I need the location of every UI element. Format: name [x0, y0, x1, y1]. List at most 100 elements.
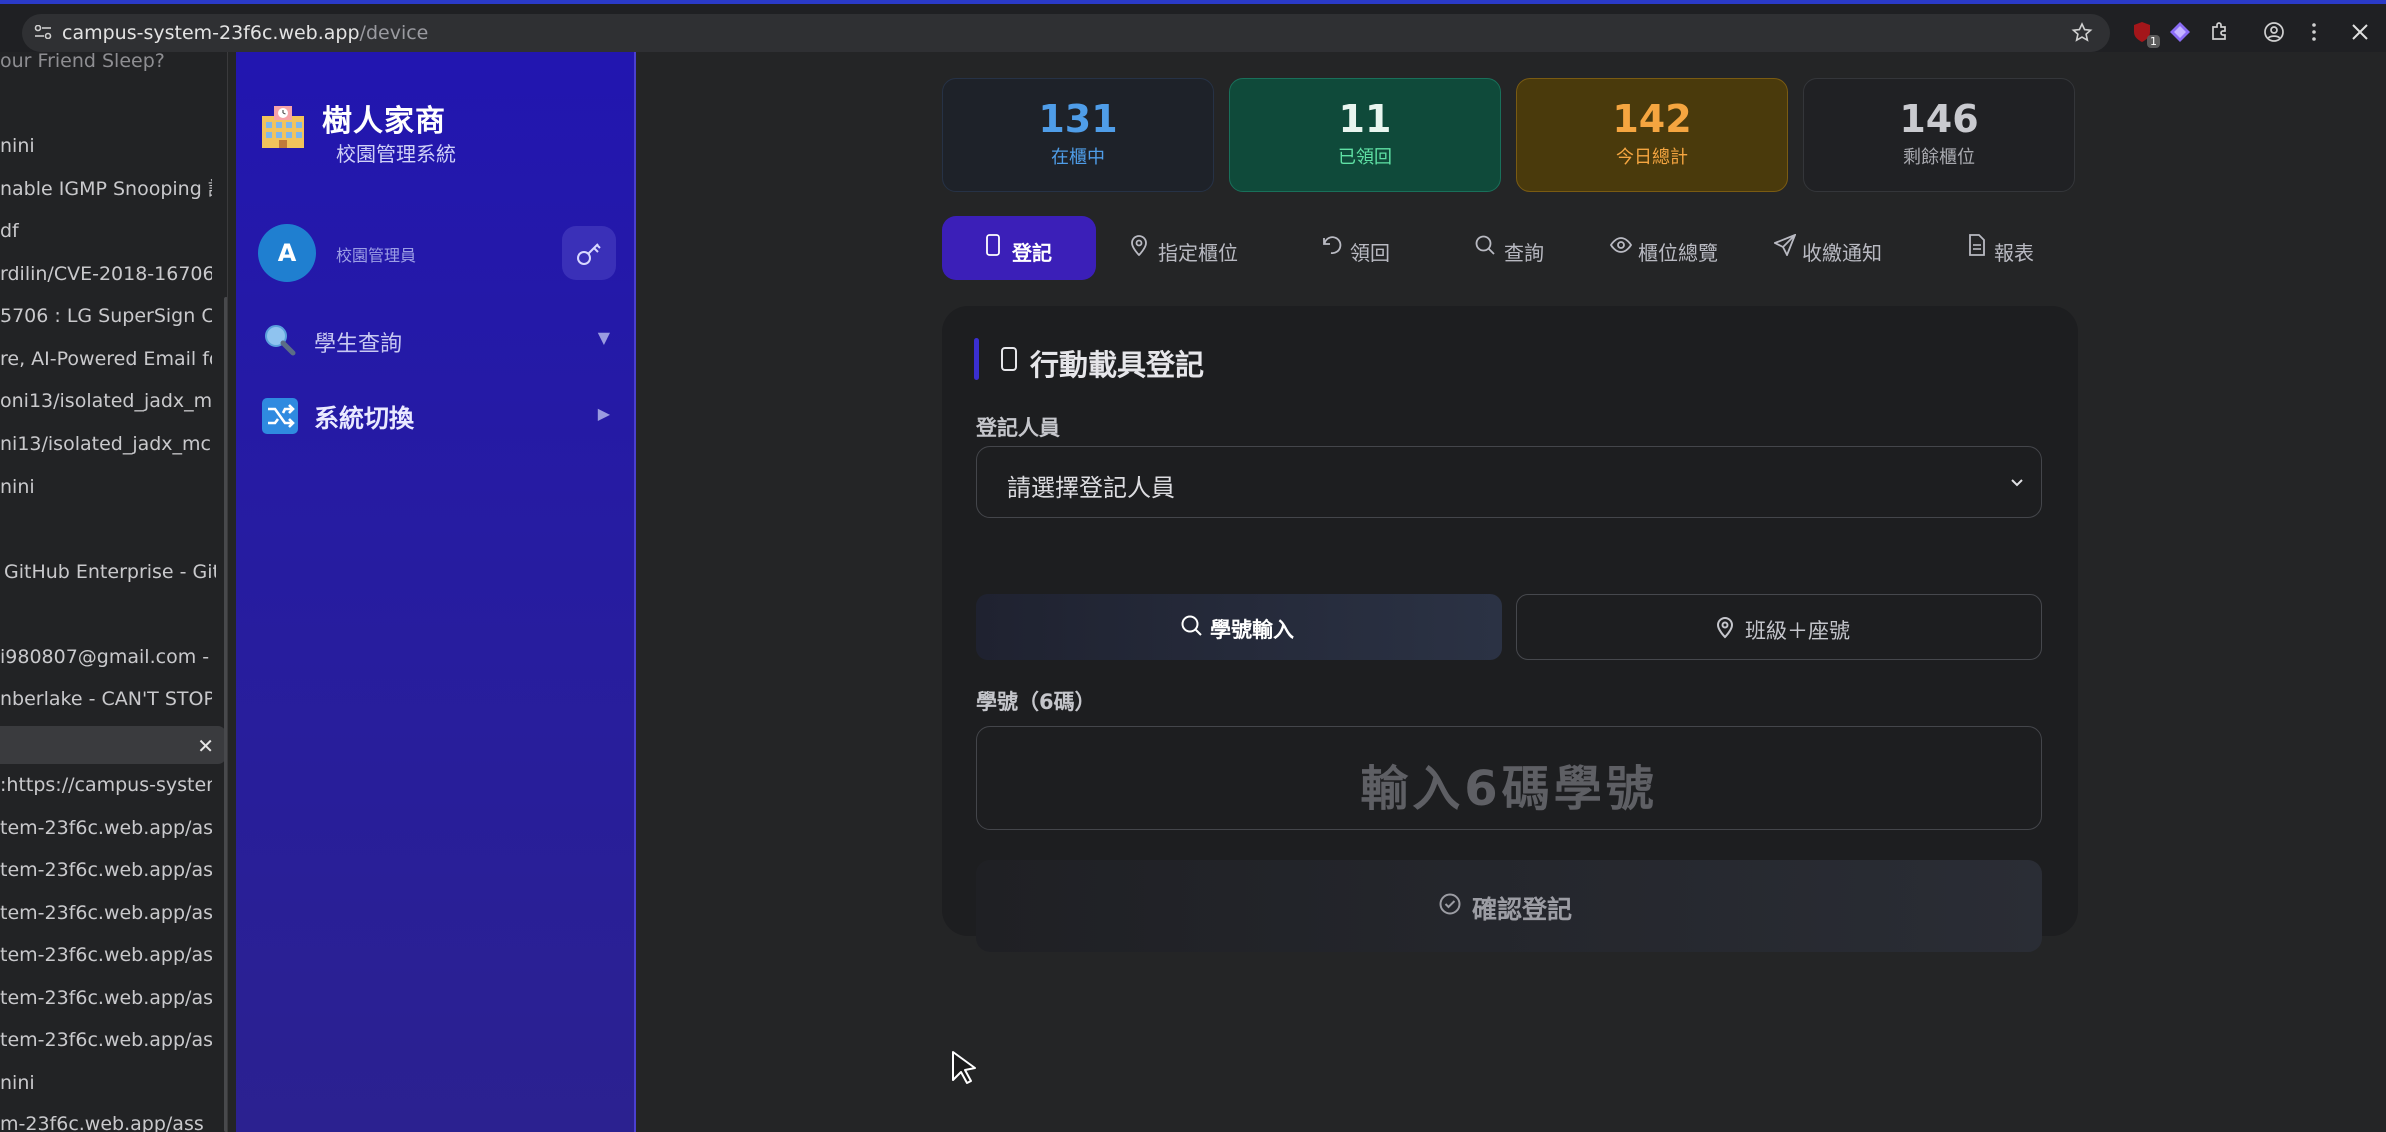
url-host: campus-system-23f6c.web.app [62, 22, 360, 44]
history-item[interactable]: tem-23f6c.web.app/ass [0, 855, 212, 885]
phone-icon [1001, 347, 1017, 371]
url-text[interactable]: campus-system-23f6c.web.app/device [62, 22, 428, 44]
brand-subtitle: 校園管理系統 [336, 142, 456, 166]
device-registration-card: 行動載具登記 登記人員 請選擇登記人員 學號輸入 班級＋座號 學號（6碼） 輸入… [942, 306, 2078, 952]
student-id-input[interactable]: 輸入6碼學號 [976, 726, 2042, 830]
bookmark-star-icon[interactable] [2070, 21, 2094, 45]
history-item[interactable]: nberlake - CAN'T STOP T [0, 684, 212, 714]
history-item[interactable]: df [0, 216, 212, 246]
tab-report[interactable]: 報表 [1952, 216, 2078, 280]
sidebar-item-student-search[interactable]: 學生查詢 ▼ [260, 314, 610, 366]
tab-locker-overview[interactable]: 櫃位總覽 [1602, 216, 1756, 280]
mode-class-seat-button[interactable]: 班級＋座號 [1516, 594, 2042, 660]
avatar: A [258, 224, 316, 282]
history-item[interactable]: oni13/isolated_jadx_mc [0, 386, 212, 416]
document-icon [1969, 234, 1985, 256]
history-item[interactable]: nini [0, 1068, 212, 1098]
history-item[interactable]: nini [0, 131, 212, 161]
app-sidebar: 樹人家商 校園管理系統 A 校園管理員 學生查詢 ▼ 系統切換 ▶ [236, 52, 636, 1132]
send-icon [1774, 234, 1796, 256]
confirm-register-button[interactable]: 確認登記 [976, 860, 2042, 952]
stat-label: 今日總計 [1616, 147, 1688, 168]
history-item[interactable]: i980807@gmail.com - G [0, 642, 212, 672]
key-icon [577, 243, 601, 265]
registrar-label: 登記人員 [976, 416, 1060, 440]
history-item[interactable]: m-23f6c.web.app/ass [0, 1109, 212, 1132]
user-profile: A 校園管理員 [252, 216, 622, 288]
history-item[interactable]: nable IGMP Snooping 設 [0, 174, 212, 204]
history-item[interactable]: tem-23f6c.web.app/ass [0, 1025, 212, 1055]
extensions-puzzle-icon[interactable] [2208, 20, 2232, 44]
title-accent-bar [974, 338, 979, 380]
stat-value: 131 [1038, 97, 1118, 141]
history-scrollbar[interactable] [224, 297, 227, 1132]
address-bar[interactable]: campus-system-23f6c.web.app/device [22, 14, 2110, 52]
tab-register[interactable]: 登記 [942, 216, 1096, 280]
profile-icon[interactable] [2262, 20, 2286, 44]
mouse-cursor-icon [952, 1051, 976, 1084]
history-item[interactable]: nini [0, 472, 212, 502]
close-icon[interactable]: ✕ [197, 734, 214, 758]
history-selected-row[interactable]: ✕ [0, 726, 226, 764]
chevron-right-icon: ▶ [597, 404, 610, 423]
chevron-down-icon: ▼ [597, 328, 610, 347]
site-settings-icon[interactable] [34, 25, 52, 39]
mode-label: 班級＋座號 [1745, 619, 1850, 643]
history-item[interactable]: tem-23f6c.web.app/ass [0, 940, 212, 970]
eye-icon [1610, 237, 1632, 253]
sidebar-item-label: 學生查詢 [314, 332, 403, 357]
tab-collection-notice[interactable]: 收繳通知 [1766, 216, 1916, 280]
ublock-extension-icon[interactable]: 1 [2130, 20, 2160, 48]
stat-label: 剩餘櫃位 [1903, 147, 1975, 168]
history-item[interactable]: ni13/isolated_jadx_mcp [0, 429, 212, 459]
tab-search[interactable]: 查詢 [1448, 216, 1588, 280]
browser-toolbar: campus-system-23f6c.web.app/device 1 [0, 0, 2386, 52]
tab-label: 登記 [1012, 241, 1052, 265]
stat-label: 在櫃中 [1051, 147, 1105, 168]
student-id-label: 學號（6碼） [976, 690, 1096, 714]
extension-badge: 1 [2147, 35, 2160, 48]
search-icon [1181, 615, 1202, 636]
mode-student-id-button[interactable]: 學號輸入 [976, 594, 1502, 660]
shuffle-icon [262, 398, 298, 434]
history-item[interactable]: tem-23f6c.web.app/ass [0, 898, 212, 928]
tab-label: 收繳通知 [1802, 241, 1882, 265]
registrar-select[interactable]: 請選擇登記人員 [976, 446, 2042, 518]
magnifier-icon [265, 325, 296, 356]
history-item[interactable]: 5706 : LG SuperSign CM [0, 301, 212, 331]
history-item[interactable]: :https://campus-system [0, 770, 212, 800]
history-item[interactable]: re, AI-Powered Email for [0, 344, 212, 374]
close-window-icon[interactable] [2348, 20, 2372, 44]
history-item[interactable]: tem-23f6c.web.app/ass [0, 983, 212, 1013]
user-role: 校園管理員 [336, 246, 417, 265]
tab-label: 領回 [1350, 241, 1390, 265]
diamond-extension-icon[interactable] [2168, 20, 2192, 44]
stat-card-returned: 11 已領回 [1229, 78, 1501, 192]
change-password-button[interactable] [562, 226, 616, 280]
undo-icon [1323, 236, 1342, 254]
map-pin-icon [1131, 235, 1147, 256]
stat-value: 11 [1338, 97, 1392, 141]
card-title: 行動載具登記 [1030, 348, 1205, 382]
history-item[interactable]: our Friend Sleep? [0, 52, 212, 76]
map-pin-icon [1716, 617, 1734, 639]
stat-value: 146 [1899, 97, 1979, 141]
student-id-placeholder: 輸入6碼學號 [1360, 761, 1658, 817]
school-building-icon [262, 106, 304, 148]
history-item[interactable]: rdilin/CVE-2018-16706: C [0, 259, 212, 289]
stat-label: 已領回 [1338, 147, 1392, 168]
sidebar-item-system-switch[interactable]: 系統切換 ▶ [260, 390, 610, 442]
registrar-select-value: 請選擇登記人員 [1007, 474, 1175, 502]
tab-label: 報表 [1994, 241, 2034, 265]
mode-label: 學號輸入 [1210, 618, 1294, 642]
main-content: 131 在櫃中 11 已領回 142 今日總計 146 剩餘櫃位 登記 指定櫃位… [636, 52, 2386, 1132]
stat-card-remaining: 146 剩餘櫃位 [1803, 78, 2075, 192]
history-item[interactable]: tem-23f6c.web.app/ass [0, 813, 212, 843]
history-item[interactable]: GitHub Enterprise - Git [4, 557, 216, 587]
tab-return[interactable]: 領回 [1294, 216, 1434, 280]
browser-menu-icon[interactable] [2302, 20, 2326, 44]
history-side-panel: ✕ our Friend Sleep? nini nable IGMP Snoo… [0, 52, 228, 1132]
tab-assign-locker[interactable]: 指定櫃位 [1110, 216, 1280, 280]
confirm-label: 確認登記 [1472, 895, 1573, 924]
check-circle-icon [1439, 893, 1461, 915]
